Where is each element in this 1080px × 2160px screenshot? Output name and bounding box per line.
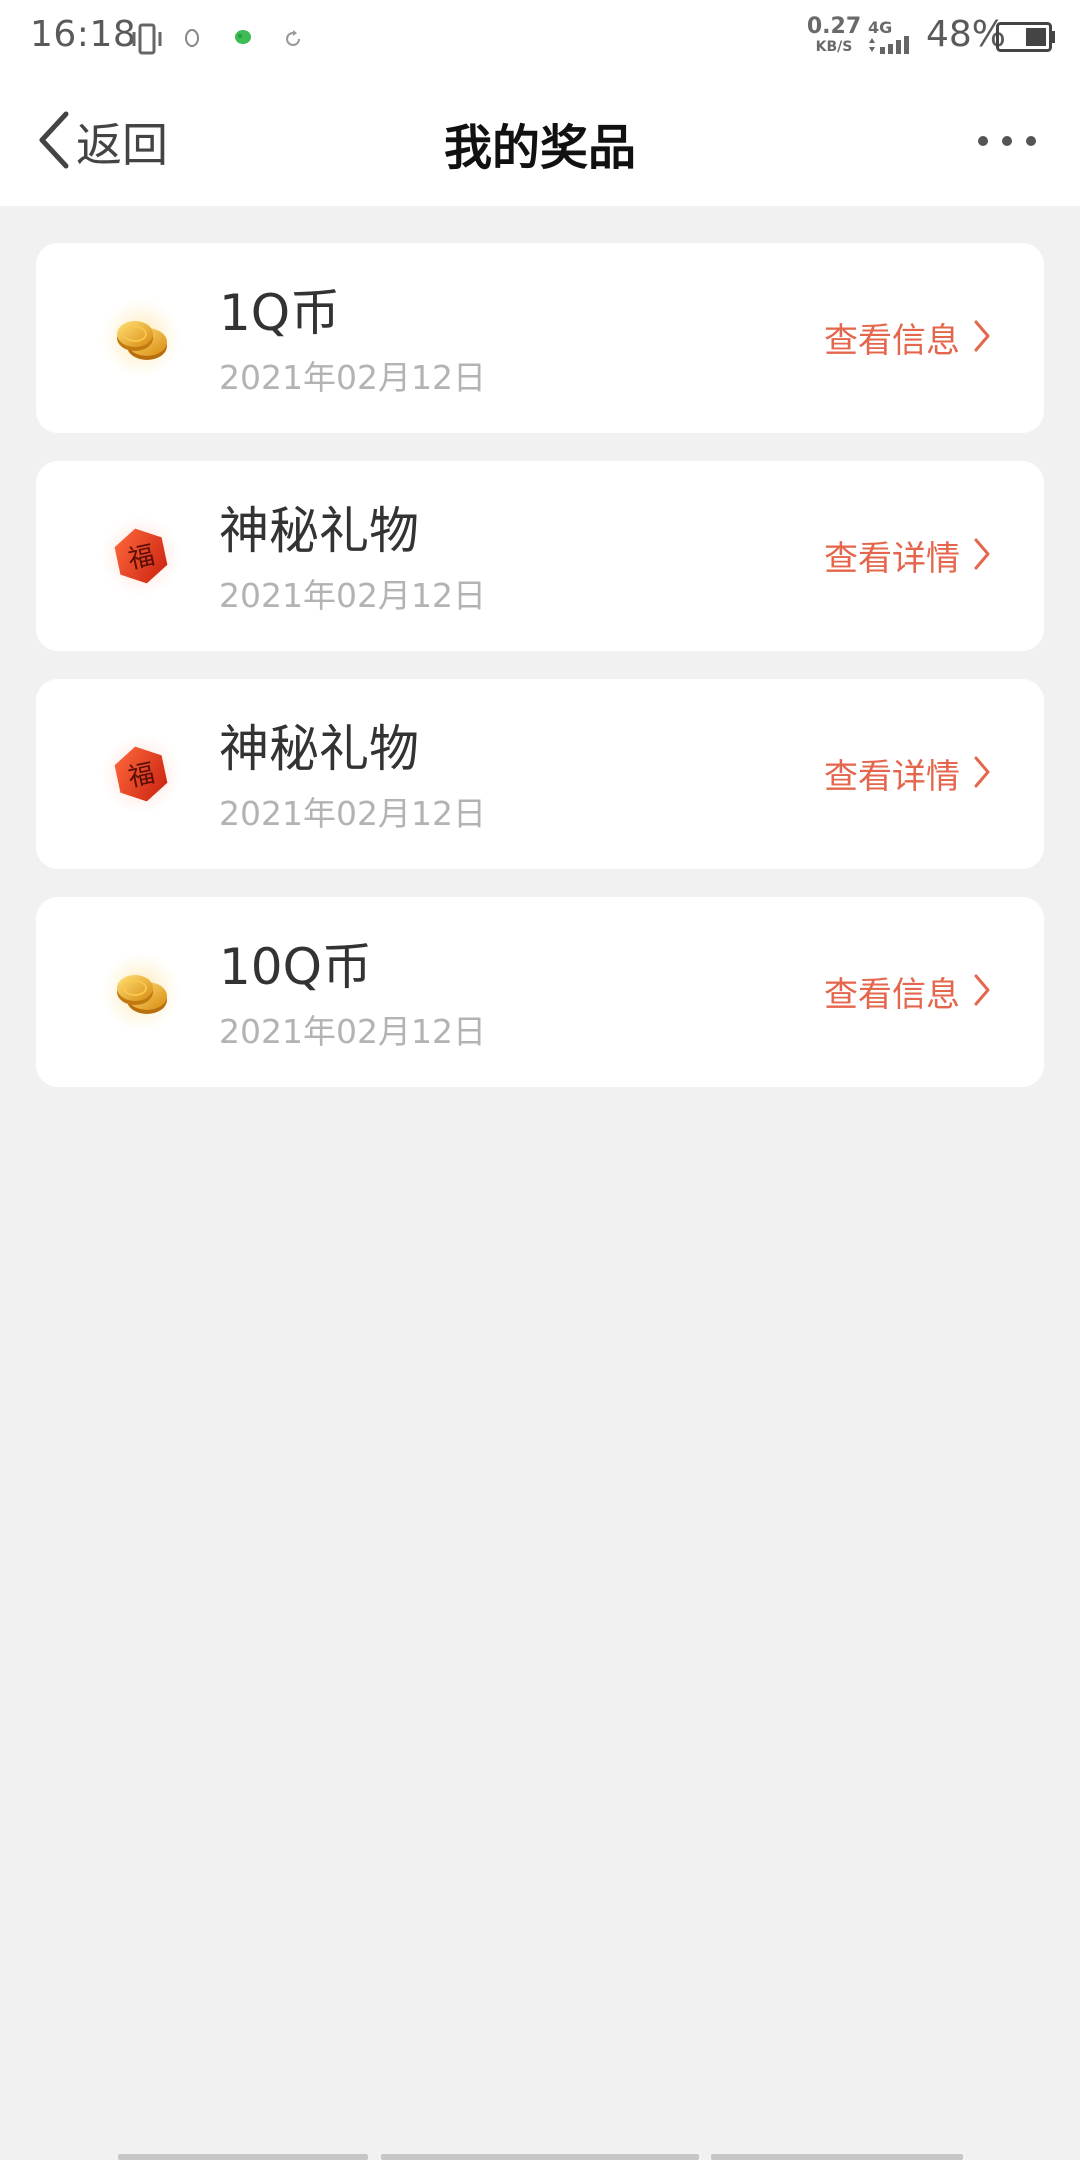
chevron-right-icon [972, 755, 992, 793]
prize-date: 2021年02月12日 [219, 1012, 486, 1051]
signal-icon [868, 36, 918, 58]
prize-date: 2021年02月12日 [219, 576, 486, 615]
top-nav-bar: 返回 我的奖品 [0, 76, 1080, 206]
prize-card[interactable]: 1Q币 2021年02月12日 查看信息 [36, 243, 1044, 433]
page-title: 我的奖品 [443, 120, 636, 176]
prize-card[interactable]: 福 神秘礼物 2021年02月12日 查看详情 [36, 679, 1044, 869]
prize-list: 1Q币 2021年02月12日 查看信息 福 神秘礼物 2021年02月12日 … [36, 243, 1044, 1115]
chevron-right-icon [972, 319, 992, 357]
prize-name: 1Q币 [219, 284, 341, 342]
wechat-icon [232, 28, 254, 52]
qq-icon [182, 28, 202, 54]
gesture-bar[interactable] [0, 2152, 1080, 2160]
sync-icon [282, 28, 304, 54]
chevron-right-icon [972, 973, 992, 1011]
fortune-icon: 福 [101, 734, 181, 814]
battery-icon [996, 20, 1056, 58]
status-time: 16:18 [30, 14, 137, 55]
fortune-icon: 福 [101, 516, 181, 596]
view-details-link[interactable]: 查看详情 [824, 749, 992, 798]
prize-card[interactable]: 福 神秘礼物 2021年02月12日 查看详情 [36, 461, 1044, 651]
vibrate-icon [130, 22, 164, 60]
more-icon[interactable] [978, 136, 1036, 146]
prize-name: 神秘礼物 [219, 502, 419, 560]
view-info-link[interactable]: 查看信息 [824, 313, 992, 362]
view-details-link[interactable]: 查看详情 [824, 531, 992, 580]
battery-percent: 48% [926, 14, 1007, 55]
prize-name: 10Q币 [219, 938, 372, 996]
prize-date: 2021年02月12日 [219, 794, 486, 833]
status-bar: 16:18 0.27 KB/S 4G 48% [0, 0, 1080, 76]
view-info-link[interactable]: 查看信息 [824, 967, 992, 1016]
chevron-right-icon [972, 537, 992, 575]
coin-icon [101, 952, 181, 1032]
prize-date: 2021年02月12日 [219, 358, 486, 397]
coin-icon [101, 298, 181, 378]
network-type: 4G [868, 18, 893, 37]
prize-name: 神秘礼物 [219, 720, 419, 778]
prize-card[interactable]: 10Q币 2021年02月12日 查看信息 [36, 897, 1044, 1087]
network-speed: 0.27 KB/S [806, 14, 862, 55]
